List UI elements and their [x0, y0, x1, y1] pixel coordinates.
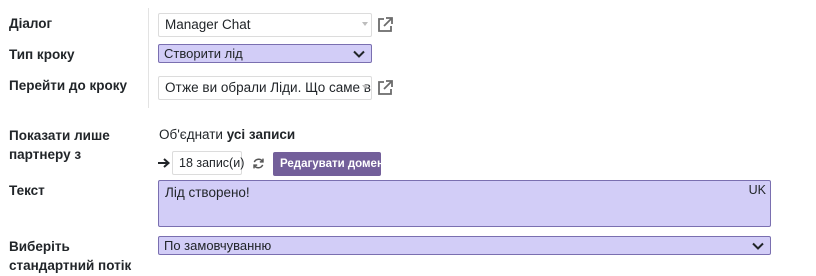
dialog-field[interactable]: Manager Chat	[158, 13, 372, 37]
step-type-label: Тип кроку	[9, 47, 75, 62]
chevron-down-icon	[353, 50, 365, 58]
default-flow-value: По замовчуванню	[164, 238, 272, 253]
dropdown-caret-icon[interactable]	[362, 22, 368, 26]
step-type-value: Створити лід	[164, 46, 243, 61]
goto-step-label: Перейти до кроку	[9, 78, 128, 93]
domain-emphasis: усі записи	[226, 127, 296, 142]
goto-step-value: Отже ви обрали Ліди. Що саме в	[165, 80, 371, 95]
step-type-select[interactable]: Створити лід	[158, 44, 372, 63]
external-link-icon[interactable]	[376, 16, 394, 34]
arrow-right-icon	[158, 158, 171, 168]
text-value: Лід створено!	[165, 185, 250, 200]
dropdown-caret-icon[interactable]	[362, 85, 368, 89]
domain-summary: Об'єднати усі записи	[159, 126, 295, 144]
refresh-icon[interactable]	[252, 157, 265, 170]
text-label: Текст	[9, 183, 45, 198]
record-count-button[interactable]: 18 запис(и)	[172, 151, 244, 175]
partner-filter-label: Показати лише партнеру з	[9, 128, 110, 162]
edit-domain-button[interactable]: Редагувати домен	[273, 152, 384, 176]
text-input[interactable]: Лід створено! UK	[158, 180, 771, 227]
default-flow-label: Виберіть стандартний потік	[9, 239, 132, 273]
external-link-icon[interactable]	[376, 79, 394, 97]
dialog-value: Manager Chat	[165, 17, 251, 32]
chevron-down-icon	[752, 242, 764, 250]
field-divider	[148, 8, 149, 108]
goto-step-field[interactable]: Отже ви обрали Ліди. Що саме в	[158, 76, 372, 100]
domain-prefix: Об'єднати	[159, 127, 223, 142]
default-flow-select[interactable]: По замовчуванню	[158, 236, 771, 255]
language-badge[interactable]: UK	[749, 182, 766, 198]
dialog-label: Діалог	[9, 16, 53, 31]
